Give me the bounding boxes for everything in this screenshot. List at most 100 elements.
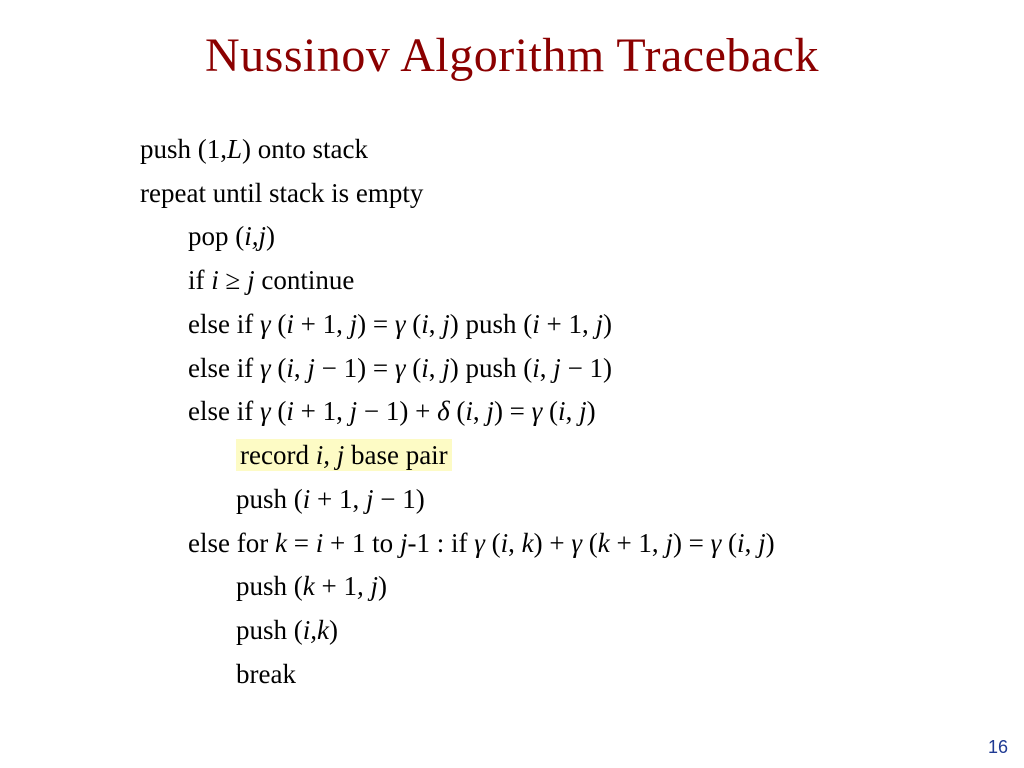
var-ik: i,k — [303, 615, 329, 645]
gamma: γ — [532, 396, 543, 426]
text: ) + — [534, 528, 572, 558]
text: ( — [406, 353, 422, 383]
text: else if — [188, 309, 260, 339]
line-else-for: else for k = i + 1 to j-1 : if γ (i, k) … — [140, 522, 964, 566]
var-i: i — [532, 353, 540, 383]
text: ( — [271, 309, 287, 339]
line-push-k1j: push (k + 1, j) — [140, 565, 964, 609]
gamma: γ — [395, 309, 406, 339]
text: + 1, — [310, 484, 366, 514]
text: = — [287, 528, 316, 558]
var-j: j — [442, 353, 450, 383]
var-k: k — [275, 528, 287, 558]
var-i: i — [286, 353, 294, 383]
var-i: i — [421, 353, 429, 383]
line-pop: pop (i,j) — [140, 215, 964, 259]
text: + 1, — [294, 309, 350, 339]
text: -1 : if — [407, 528, 474, 558]
page-number: 16 — [988, 737, 1008, 758]
gamma: γ — [395, 353, 406, 383]
text: ) — [603, 309, 612, 339]
line-push-initial: push (1,L) onto stack — [140, 128, 964, 172]
text: ( — [542, 396, 558, 426]
var-j: j — [579, 396, 587, 426]
var-i: i — [286, 309, 294, 339]
var-k: k — [598, 528, 610, 558]
line-elseif-1: else if γ (i + 1, j) = γ (i, j) push (i … — [140, 303, 964, 347]
text: ( — [582, 528, 598, 558]
text: ) — [766, 528, 775, 558]
line-push-diag: push (i + 1, j − 1) — [140, 478, 964, 522]
text: , — [745, 528, 759, 558]
gamma: γ — [260, 353, 271, 383]
text: , — [508, 528, 522, 558]
text: , — [566, 396, 580, 426]
var-ij: i,j — [244, 221, 266, 251]
var-j: j — [247, 265, 255, 295]
var-j: j — [442, 309, 450, 339]
var-i: i — [286, 396, 294, 426]
text: ) = — [357, 309, 395, 339]
text: ( — [721, 528, 737, 558]
gamma: γ — [260, 309, 271, 339]
text: ) — [378, 571, 387, 601]
text: push ( — [236, 571, 303, 601]
text: else if — [188, 396, 260, 426]
var-j: j — [350, 396, 358, 426]
text: push ( — [236, 615, 303, 645]
text: ≥ — [219, 265, 247, 295]
text: , — [294, 353, 308, 383]
slide-title: Nussinov Algorithm Traceback — [0, 28, 1024, 83]
var-i: i — [465, 396, 473, 426]
line-break: break — [140, 653, 964, 697]
var-j: , j — [357, 571, 378, 601]
var-i: i — [501, 528, 509, 558]
text: ) = — [673, 528, 711, 558]
slide: Nussinov Algorithm Traceback push (1,L) … — [0, 0, 1024, 768]
var-j: j — [758, 528, 766, 558]
text: ) onto stack — [242, 134, 368, 164]
gamma: γ — [571, 528, 582, 558]
var-j: j — [486, 396, 494, 426]
var-i: i — [211, 265, 219, 295]
text: base pair — [344, 440, 447, 470]
text: − 1) + — [357, 396, 437, 426]
text: , — [473, 396, 487, 426]
text: ) push ( — [450, 353, 533, 383]
text: + 1 to — [323, 528, 400, 558]
text: else for — [188, 528, 275, 558]
text: ( — [271, 396, 287, 426]
text: + 1, — [294, 396, 350, 426]
var-ij: i, j — [316, 440, 345, 470]
text: , — [540, 353, 554, 383]
highlight-record: record i, j base pair — [236, 439, 452, 471]
line-record: record i, j base pair — [140, 434, 964, 478]
text: ) — [587, 396, 596, 426]
text: ) — [266, 221, 275, 251]
line-elseif-2: else if γ (i, j − 1) = γ (i, j) push (i,… — [140, 347, 964, 391]
var-L: L — [227, 134, 242, 164]
text: push ( — [236, 484, 303, 514]
var-i: i — [737, 528, 745, 558]
line-if-continue: if i ≥ j continue — [140, 259, 964, 303]
text: pop ( — [188, 221, 244, 251]
var-j: j — [596, 309, 604, 339]
text: ) push ( — [450, 309, 533, 339]
text: push (1, — [140, 134, 227, 164]
text: + 1 — [315, 571, 357, 601]
var-j: j — [553, 353, 561, 383]
var-j: j — [366, 484, 374, 514]
line-repeat: repeat until stack is empty — [140, 172, 964, 216]
var-j: j — [307, 353, 315, 383]
text: + 1, — [540, 309, 596, 339]
text: , — [429, 353, 443, 383]
text: ( — [406, 309, 422, 339]
text: continue — [255, 265, 355, 295]
gamma: γ — [711, 528, 722, 558]
text: ( — [485, 528, 501, 558]
text: ( — [271, 353, 287, 383]
var-k: k — [303, 571, 315, 601]
text: ) = — [494, 396, 532, 426]
text: ( — [450, 396, 466, 426]
text: else if — [188, 353, 260, 383]
